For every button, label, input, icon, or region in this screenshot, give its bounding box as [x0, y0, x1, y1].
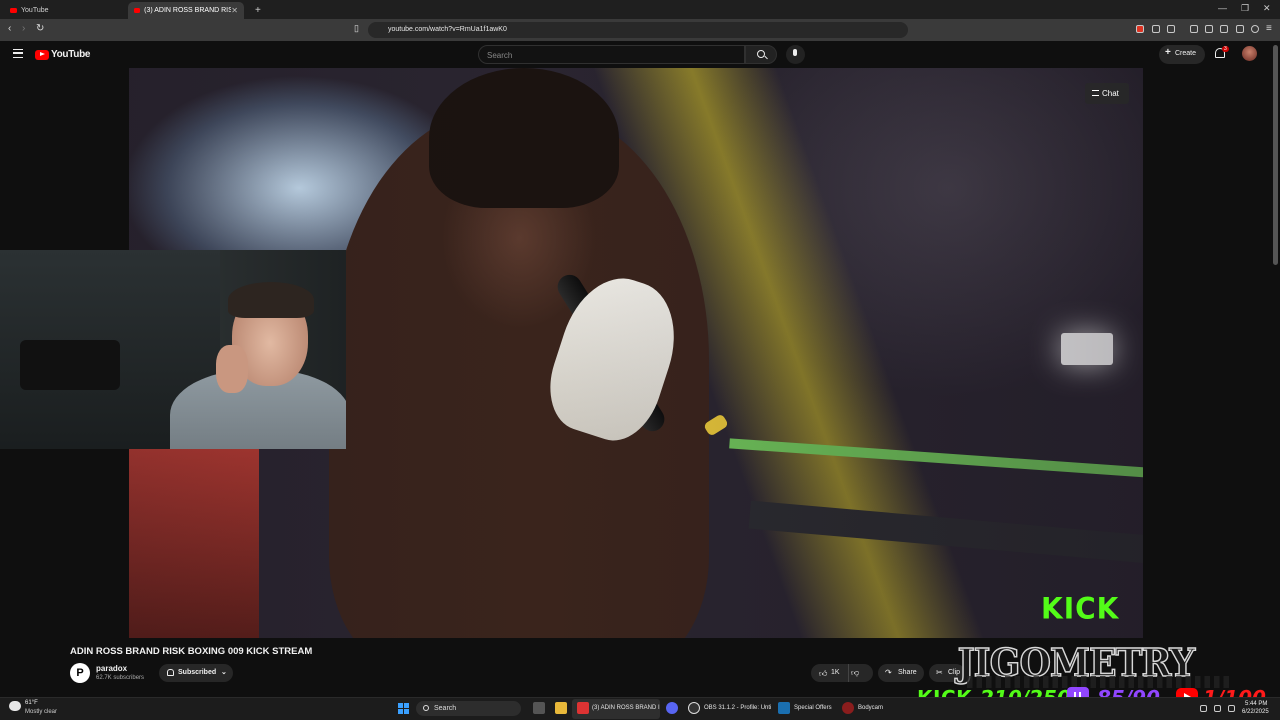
youtube-favicon-icon — [134, 8, 141, 13]
subscriber-count: 62.7K subscribers — [96, 675, 145, 681]
guide-menu-icon[interactable] — [13, 49, 23, 58]
streamer-hand — [216, 345, 248, 393]
close-window-button[interactable]: ✕ — [1263, 3, 1271, 14]
browser-toolbar: ‹ › ↻ ▯ youtube.com/watch?v=RmUa1f1awK0 … — [0, 19, 1280, 41]
taskbar-app-label[interactable]: OBS 31.1.2 - Profile: Unti — [704, 705, 771, 711]
task-view-icon[interactable] — [533, 702, 545, 714]
like-dislike-group: 👍︎ 1K 👎︎ — [811, 664, 873, 682]
video-title: ADIN ROSS BRAND RISK BOXING 009 KICK STR… — [70, 646, 313, 657]
thumbs-up-icon: 👍︎ — [819, 669, 828, 678]
browser-tab-strip: YouTube (3) ADIN ROSS BRAND RISK B ✕ + —… — [0, 0, 1280, 19]
tab-close-icon[interactable]: ✕ — [231, 6, 238, 15]
scissors-icon: ✂ — [936, 668, 943, 677]
bodycam-icon[interactable] — [842, 702, 854, 714]
weather-description: Mostly clear — [25, 709, 58, 715]
taskbar-search[interactable]: Search — [416, 701, 521, 716]
steam-icon[interactable] — [778, 702, 790, 714]
youtube-masthead: YouTube Search + Create 3 — [0, 41, 1280, 68]
streamer-hair — [228, 282, 314, 318]
channel-name[interactable]: paradox — [96, 664, 127, 673]
extension-icon[interactable] — [1136, 25, 1144, 33]
like-button[interactable]: 👍︎ 1K — [811, 664, 849, 682]
network-icon[interactable] — [1200, 705, 1207, 712]
plus-icon: + — [1165, 47, 1171, 58]
search-button[interactable] — [745, 45, 777, 64]
search-input[interactable]: Search — [478, 45, 745, 64]
minimize-button[interactable]: — — [1218, 3, 1227, 13]
windows-start-icon[interactable] — [398, 703, 409, 714]
notification-badge: 3 — [1222, 46, 1229, 52]
search-icon — [757, 50, 765, 58]
page-scrollbar[interactable] — [1273, 45, 1278, 265]
clock-date[interactable]: 6/22/2025 — [1242, 709, 1269, 715]
taskbar-app-label[interactable]: Bodycam — [858, 705, 883, 711]
search-icon — [423, 705, 429, 711]
tab-label: (3) ADIN ROSS BRAND RISK B — [144, 7, 232, 14]
obs-icon[interactable] — [688, 702, 700, 714]
voice-search-button[interactable] — [786, 45, 805, 64]
brave-rewards-icon[interactable] — [1251, 25, 1259, 33]
weather-icon[interactable] — [9, 701, 21, 711]
weather-temperature: 61°F — [25, 700, 38, 706]
chat-label: Chat — [1102, 89, 1119, 98]
webcam-overlay — [0, 250, 346, 449]
brave-browser-icon — [577, 702, 589, 714]
youtube-logo[interactable]: YouTube — [35, 49, 91, 60]
share-label: Share — [898, 669, 917, 676]
account-avatar[interactable] — [1242, 46, 1257, 61]
sidebar-icon[interactable] — [1205, 25, 1213, 33]
taskbar-search-label: Search — [434, 705, 457, 712]
search-placeholder: Search — [487, 51, 513, 60]
youtube-logo-text: YouTube — [51, 49, 91, 60]
clock-time[interactable]: 5:44 PM — [1245, 701, 1267, 707]
url-text: youtube.com/watch?v=RmUa1f1awK0 — [388, 26, 507, 33]
bell-icon — [167, 669, 174, 676]
wallet-icon[interactable] — [1220, 25, 1228, 33]
shield-icon[interactable] — [1236, 25, 1244, 33]
stream-brand-logo: JIGOMETRY — [957, 639, 1243, 692]
subscribed-button[interactable]: Subscribed ⌄ — [159, 664, 233, 682]
extension-icon[interactable] — [1167, 25, 1175, 33]
taskbar-app-label[interactable]: Special Offers — [794, 705, 832, 711]
channel-avatar[interactable]: P — [70, 663, 90, 683]
subscribed-label: Subscribed — [178, 669, 217, 676]
youtube-favicon-icon — [10, 8, 17, 13]
extension-icon[interactable] — [1152, 25, 1160, 33]
create-label: Create — [1175, 50, 1197, 57]
volume-icon[interactable] — [1214, 705, 1221, 712]
forward-icon[interactable]: › — [22, 23, 25, 34]
discord-icon[interactable] — [666, 702, 678, 714]
back-icon[interactable]: ‹ — [8, 23, 11, 34]
tab-video[interactable]: (3) ADIN ROSS BRAND RISK B ✕ — [128, 2, 244, 19]
restore-button[interactable]: ❐ — [1241, 3, 1249, 14]
youtube-play-icon — [35, 49, 49, 60]
menu-icon[interactable]: ≡ — [1266, 23, 1272, 34]
reload-icon[interactable]: ↻ — [36, 23, 44, 34]
share-icon: ↷ — [885, 668, 892, 677]
file-explorer-icon[interactable] — [555, 702, 567, 714]
address-bar[interactable]: youtube.com/watch?v=RmUa1f1awK0 — [368, 22, 908, 38]
bookmark-icon[interactable]: ▯ — [354, 23, 359, 34]
chevron-down-icon: ⌄ — [221, 669, 227, 676]
chat-icon — [1092, 90, 1099, 96]
tab-youtube[interactable]: YouTube — [4, 2, 122, 19]
thumbs-down-icon: 👎︎ — [851, 668, 860, 677]
kick-watermark: KICK — [1041, 591, 1120, 626]
dislike-button[interactable]: 👎︎ — [851, 668, 869, 680]
share-button[interactable]: ↷ Share — [878, 664, 924, 682]
show-chat-button[interactable]: Chat — [1085, 83, 1129, 104]
webcam-shelf — [20, 340, 120, 390]
windows-taskbar: 61°F Mostly clear Search (3) ADIN ROSS B… — [0, 697, 1280, 720]
extension-icon[interactable] — [1190, 25, 1198, 33]
taskbar-app-label: (3) ADIN ROSS BRAND I — [592, 705, 660, 711]
create-button[interactable]: + Create — [1159, 45, 1205, 64]
tab-label: YouTube — [21, 7, 49, 14]
new-tab-button[interactable]: + — [249, 2, 267, 19]
battery-icon[interactable] — [1228, 705, 1235, 712]
like-count: 1K — [831, 669, 840, 676]
